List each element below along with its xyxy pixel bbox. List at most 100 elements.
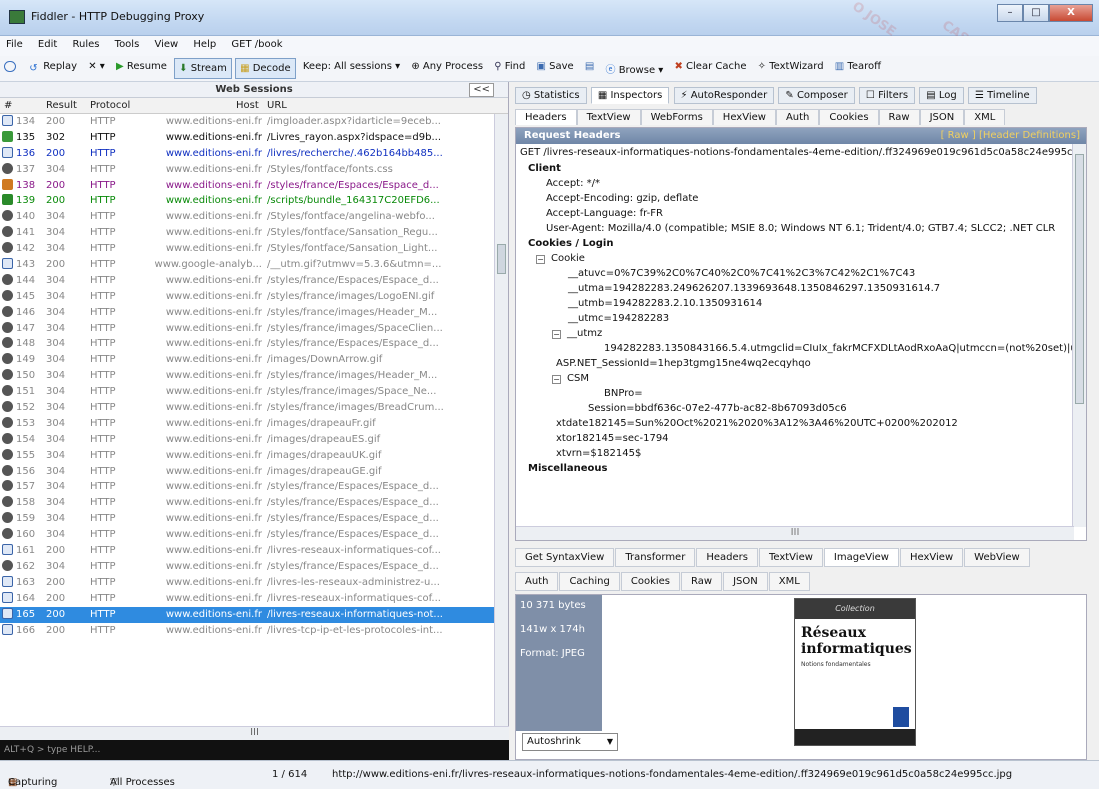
browse-dropdown[interactable]: ⓔ Browse ▾ xyxy=(602,56,668,81)
tab-headers[interactable]: Headers xyxy=(696,548,758,567)
table-row[interactable]: 159 304 HTTP www.editions-eni.fr/styles/fra… xyxy=(0,511,508,527)
sessions-scroll-thumb[interactable] xyxy=(497,244,506,274)
tab-textview[interactable]: TextView xyxy=(576,109,641,125)
tab-auth[interactable]: Auth xyxy=(775,109,820,125)
clear-cache-button[interactable]: ✖ Clear Cache xyxy=(670,56,750,77)
tab-raw[interactable]: Raw xyxy=(681,572,723,591)
table-row[interactable]: 160 304 HTTP www.editions-eni.fr/styles/fra… xyxy=(0,527,508,543)
collapse-sessions-button[interactable]: << xyxy=(469,83,494,97)
group-miscellaneous[interactable]: Miscellaneous xyxy=(516,461,1086,476)
tab-xml[interactable]: XML xyxy=(768,572,810,591)
table-row[interactable]: 154 304 HTTP www.editions-eni.fr/images/dra… xyxy=(0,432,508,448)
find-button[interactable]: ⚲ Find xyxy=(490,56,529,77)
col-header-protocol[interactable]: Protocol xyxy=(90,100,130,111)
sessions-scrollbar[interactable] xyxy=(494,114,508,728)
table-row[interactable]: 140 304 HTTP www.editions-eni.fr/Styles/fon… xyxy=(0,209,508,225)
menu-help[interactable]: Help xyxy=(187,36,222,53)
tab-xml[interactable]: XML xyxy=(964,109,1006,125)
tab-caching[interactable]: Caching xyxy=(559,572,620,591)
table-row[interactable]: 166 200 HTTP www.editions-eni.fr/livres-tcp… xyxy=(0,623,508,639)
table-row[interactable]: 139 200 HTTP www.editions-eni.fr/scripts/bu… xyxy=(0,193,508,209)
close-button[interactable]: X xyxy=(1049,4,1093,22)
col-header-host[interactable]: Host xyxy=(236,100,259,111)
request-hscrollbar[interactable]: III xyxy=(516,526,1074,540)
group-client[interactable]: Client xyxy=(516,161,1086,176)
stream-button[interactable]: ⬇ Stream xyxy=(174,58,232,79)
replay-button[interactable]: ↺ Replay xyxy=(25,56,81,79)
save-button[interactable]: ▣ Save xyxy=(532,56,577,77)
tearoff-button[interactable]: ▥ Tearoff xyxy=(831,56,885,77)
col-header-id[interactable]: # xyxy=(4,100,12,111)
any-process-button[interactable]: ⊕ Any Process xyxy=(407,56,487,77)
keep-sessions-dropdown[interactable]: Keep: All sessions ▾ xyxy=(299,56,404,77)
remove-button[interactable]: ✕ ▾ xyxy=(84,56,109,77)
menu-view[interactable]: View xyxy=(148,36,184,53)
menu-rules[interactable]: Rules xyxy=(66,36,105,53)
tab-cookies[interactable]: Cookies xyxy=(819,109,879,125)
tab-webforms[interactable]: WebForms xyxy=(640,109,713,125)
tab-log[interactable]: ▤ Log xyxy=(919,87,964,104)
cookie-node[interactable]: − Cookie xyxy=(516,251,1086,266)
screenshot-button[interactable]: ▤ xyxy=(581,56,598,77)
table-row[interactable]: 152 304 HTTP www.editions-eni.fr/styles/fra… xyxy=(0,400,508,416)
menu-edit[interactable]: Edit xyxy=(32,36,63,53)
tab-raw[interactable]: Raw xyxy=(878,109,920,125)
table-row[interactable]: 165 200 HTTP www.editions-eni.fr/livres-res… xyxy=(0,606,508,623)
sessions-hscrollbar[interactable]: III xyxy=(0,726,509,740)
tab-cookies[interactable]: Cookies xyxy=(620,572,681,591)
table-row[interactable]: 146 304 HTTP www.editions-eni.fr/styles/fra… xyxy=(0,305,508,321)
comment-button[interactable] xyxy=(0,56,22,78)
request-vscrollbar[interactable] xyxy=(1072,144,1086,527)
autoshrink-select[interactable]: Autoshrink ▼ xyxy=(522,733,618,751)
table-row[interactable]: 134 200 HTTP www.editions-eni.fr/imgloader.… xyxy=(0,114,508,130)
tab-json[interactable]: JSON xyxy=(919,109,965,125)
menu-tools[interactable]: Tools xyxy=(109,36,146,53)
quickexec-input[interactable]: ALT+Q > type HELP... xyxy=(0,740,509,760)
table-row[interactable]: 145 304 HTTP www.editions-eni.fr/styles/fra… xyxy=(0,289,508,305)
tab-timeline[interactable]: ☰ Timeline xyxy=(967,87,1037,104)
tab-statistics[interactable]: ◷ Statistics xyxy=(515,87,587,104)
collapse-icon[interactable]: − xyxy=(536,255,545,264)
table-row[interactable]: 155 304 HTTP www.editions-eni.fr/images/dra… xyxy=(0,448,508,464)
tab-autoresponder[interactable]: ⚡ AutoResponder xyxy=(673,87,775,104)
collapse-icon[interactable]: − xyxy=(552,375,561,384)
tab-webview[interactable]: WebView xyxy=(964,548,1030,567)
minimize-button[interactable]: – xyxy=(997,4,1023,22)
table-row[interactable]: 164 200 HTTP www.editions-eni.fr/livres-res… xyxy=(0,591,508,607)
tab-transformer[interactable]: Transformer xyxy=(615,548,696,567)
table-row[interactable]: 137 304 HTTP www.editions-eni.fr/Styles/fon… xyxy=(0,162,508,178)
maximize-button[interactable]: □ xyxy=(1023,4,1049,22)
group-cookies-login[interactable]: Cookies / Login xyxy=(516,236,1086,251)
collapse-icon[interactable]: − xyxy=(552,330,561,339)
decode-button[interactable]: ▦ Decode xyxy=(235,58,296,79)
tab-textview[interactable]: TextView xyxy=(758,548,823,567)
table-row[interactable]: 135 302 HTTP www.editions-eni.fr/Livres_ray… xyxy=(0,130,508,146)
col-header-result[interactable]: Result xyxy=(46,100,77,111)
table-row[interactable]: 147 304 HTTP www.editions-eni.fr/styles/fra… xyxy=(0,321,508,337)
request-scroll-thumb[interactable] xyxy=(1075,154,1084,404)
tab-inspectors[interactable]: ▦ Inspectors xyxy=(590,87,670,104)
table-row[interactable]: 142 304 HTTP www.editions-eni.fr/Styles/fon… xyxy=(0,241,508,257)
table-row[interactable]: 157 304 HTTP www.editions-eni.fr/styles/fra… xyxy=(0,479,508,495)
table-row[interactable]: 150 304 HTTP www.editions-eni.fr/styles/fra… xyxy=(0,368,508,384)
table-row[interactable]: 149 304 HTTP www.editions-eni.fr/images/Dow… xyxy=(0,352,508,368)
tab-hexview[interactable]: HexView xyxy=(899,548,964,567)
tab-imageview[interactable]: ImageView xyxy=(823,548,899,567)
table-row[interactable]: 143 200 HTTP www.google-analyb... /__utm.gif… xyxy=(0,257,508,273)
tab-get-syntaxview[interactable]: Get SyntaxView xyxy=(515,548,615,567)
utmz-node[interactable]: − __utmz xyxy=(516,326,1086,341)
col-header-url[interactable]: URL xyxy=(267,100,287,111)
tab-composer[interactable]: ✎ Composer xyxy=(778,87,855,104)
table-row[interactable]: 156 304 HTTP www.editions-eni.fr/images/dra… xyxy=(0,464,508,480)
tab-headers[interactable]: Headers xyxy=(515,109,577,125)
tab-filters[interactable]: ☐ Filters xyxy=(858,87,916,104)
tab-hexview[interactable]: HexView xyxy=(712,109,776,125)
resume-button[interactable]: ▶ Resume xyxy=(112,56,171,77)
tab-json[interactable]: JSON xyxy=(723,572,768,591)
table-row[interactable]: 163 200 HTTP www.editions-eni.fr/livres-les… xyxy=(0,575,508,591)
csm-node[interactable]: − CSM xyxy=(516,371,1086,386)
table-row[interactable]: 136 200 HTTP www.editions-eni.fr/livres/rec… xyxy=(0,146,508,162)
textwizard-button[interactable]: ✧ TextWizard xyxy=(754,56,828,77)
menu-get-book[interactable]: GET /book xyxy=(225,36,288,53)
raw-header-definitions-links[interactable]: [ Raw ] [Header Definitions] xyxy=(941,128,1080,144)
